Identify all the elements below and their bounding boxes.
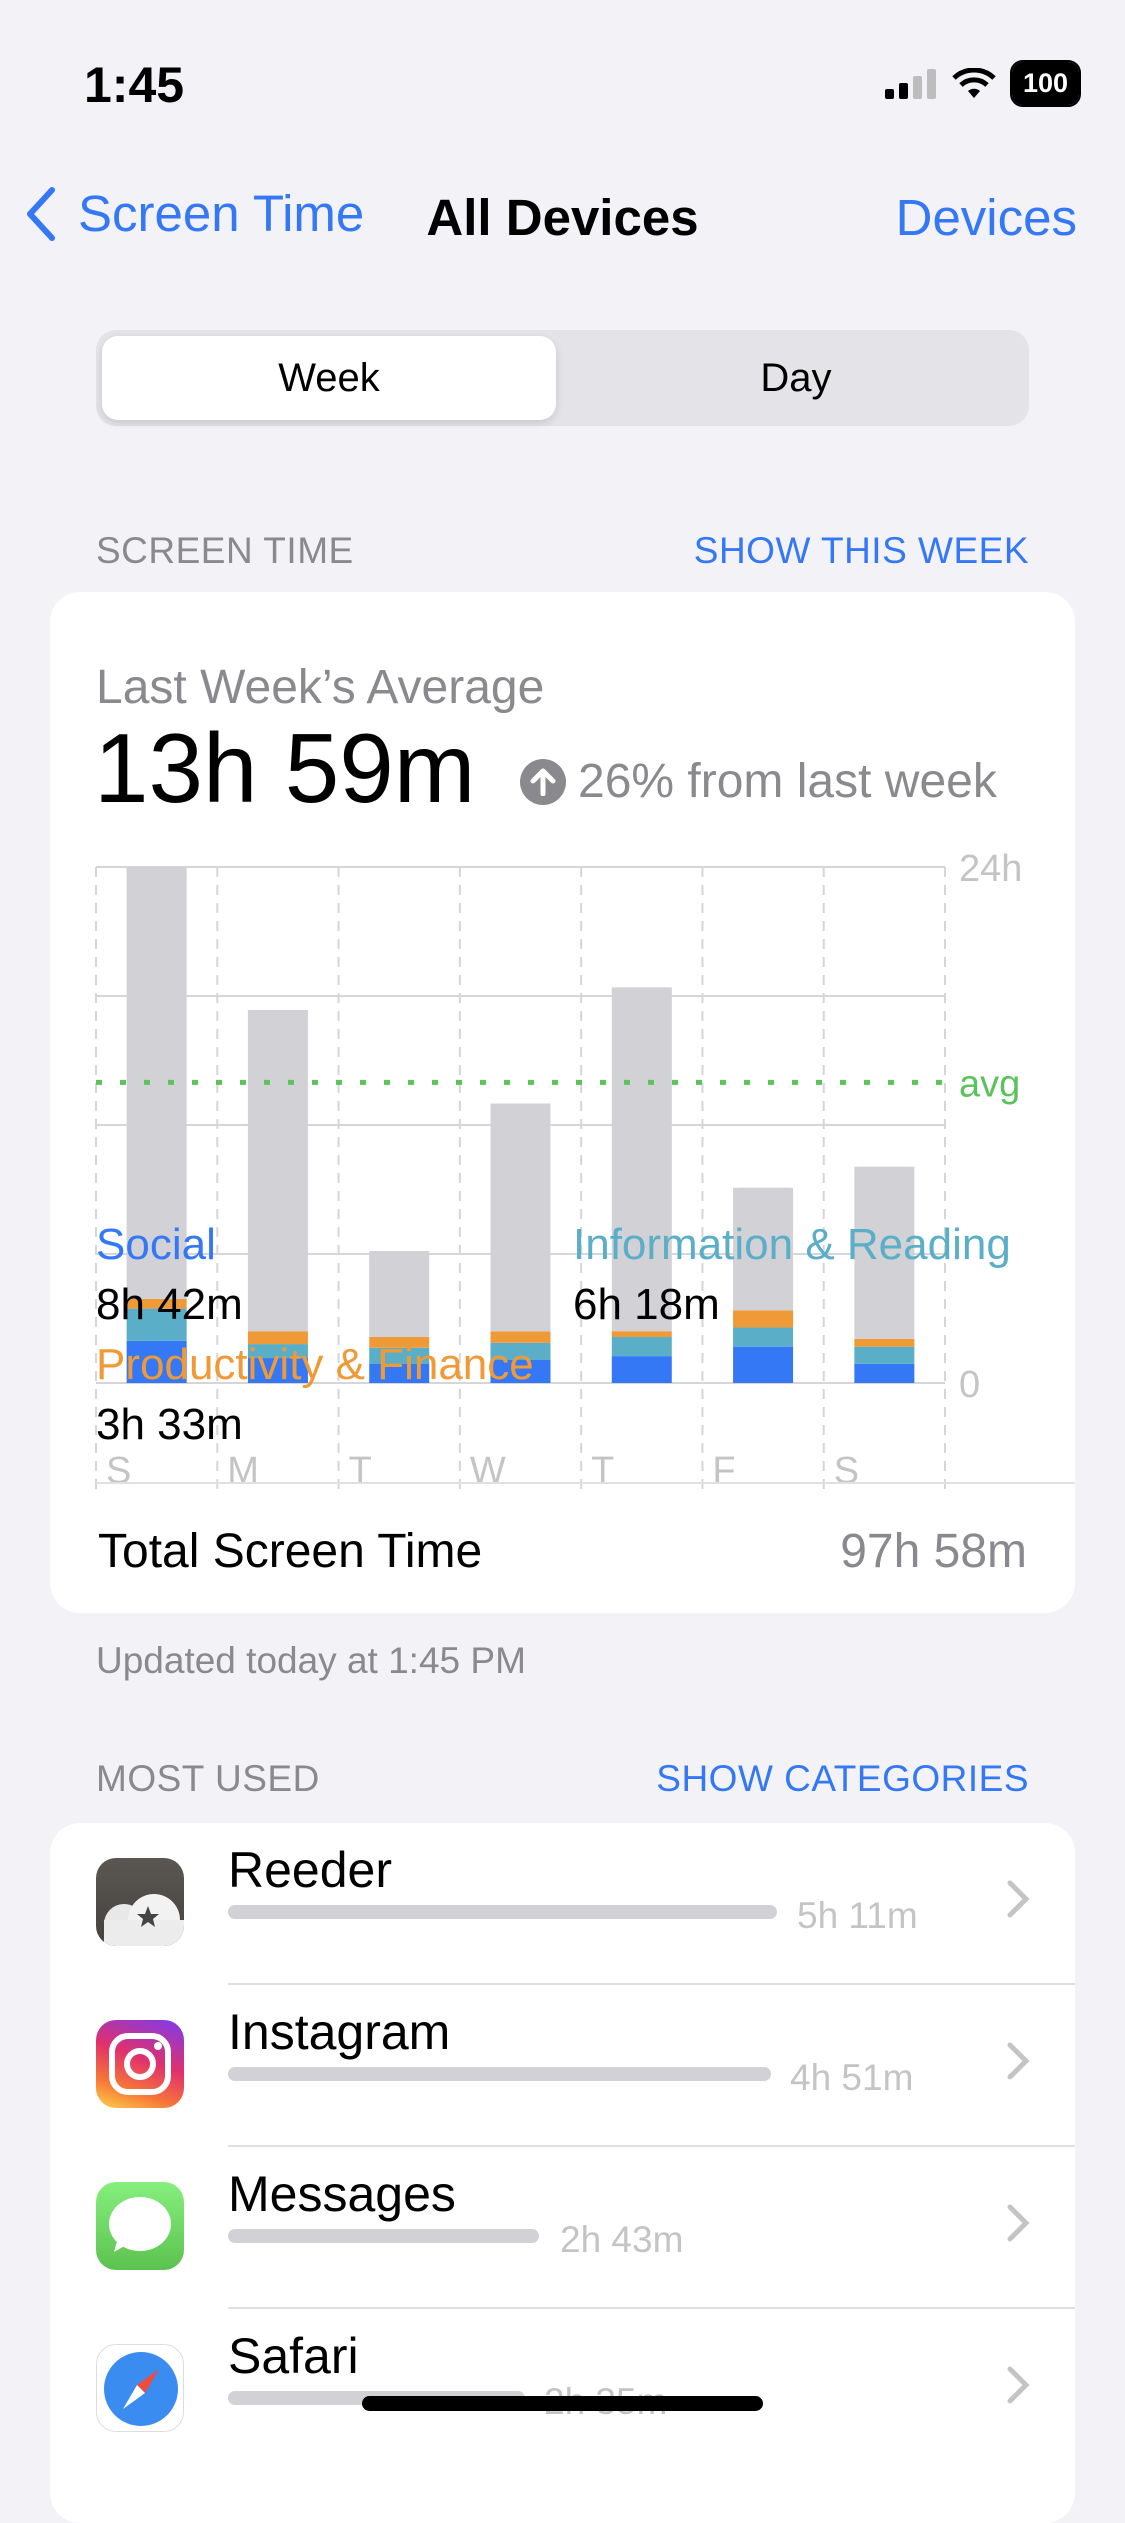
app-row-reeder[interactable]: Reeder 5h 11m — [50, 1823, 1075, 1985]
information-reading-segment — [733, 1327, 794, 1347]
app-name: Instagram — [228, 2004, 451, 2060]
legend-information-reading: Information & Reading 6h 18m — [573, 1220, 1011, 1330]
chevron-right-icon — [1007, 2204, 1030, 2242]
app-time: 4h 51m — [790, 2057, 914, 2098]
legend-value: 8h 42m — [96, 1280, 243, 1329]
information-reading-segment — [611, 1336, 672, 1357]
updated-text: Updated today at 1:45 PM — [96, 1640, 526, 1681]
back-label: Screen Time — [78, 185, 365, 242]
legend-value: 6h 18m — [573, 1280, 720, 1329]
bar-cap — [733, 1187, 794, 1198]
other-segment — [369, 1250, 430, 1337]
bar-cap — [247, 1009, 308, 1020]
average-label: avg — [959, 1063, 1020, 1105]
app-time: 2h 43m — [560, 2219, 684, 2260]
productivity-finance-segment — [611, 1331, 672, 1337]
app-time: 5h 11m — [797, 1895, 918, 1936]
bar-1 — [247, 1009, 308, 1383]
most-used-header: MOST USED — [96, 1758, 320, 1799]
y-tick-label: 0 — [959, 1364, 980, 1406]
chevron-right-icon — [1007, 1880, 1030, 1918]
total-label: Total Screen Time — [98, 1525, 483, 1578]
status-time: 1:45 — [84, 57, 185, 113]
chevron-right-icon — [1007, 2042, 1030, 2080]
other-segment — [247, 1009, 308, 1332]
screen-time-card: Last Week’s Average 13h 59m 26% from las… — [50, 592, 1075, 1613]
screen-time-header: SCREEN TIME — [96, 530, 354, 571]
wifi-icon — [952, 67, 996, 98]
bar-cap — [126, 867, 187, 877]
divider — [96, 1482, 1075, 1484]
most-used-card: Reeder 5h 11m Instagram 4h 51m Messages … — [50, 1823, 1075, 2523]
messages-icon — [96, 2182, 184, 2270]
back-button[interactable]: Screen Time — [24, 184, 364, 243]
usage-bar — [228, 2067, 771, 2081]
day-label: S — [106, 1450, 131, 1492]
cellular-signal-icon — [884, 68, 936, 99]
bar-cap — [611, 987, 672, 998]
productivity-finance-segment — [854, 1338, 915, 1347]
y-tick-label: 24h — [959, 848, 1022, 890]
bar-cap — [490, 1103, 551, 1114]
legend-name: Information & Reading — [573, 1220, 1011, 1269]
reeder-icon — [96, 1858, 184, 1946]
legend-productivity-finance: Productivity & Finance 3h 33m — [96, 1340, 534, 1450]
app-name: Messages — [228, 2166, 456, 2222]
day-label: M — [227, 1450, 259, 1492]
instagram-icon — [96, 2020, 184, 2108]
devices-button[interactable]: Devices — [896, 188, 1077, 247]
total-value: 97h 58m — [840, 1525, 1027, 1578]
period-segmented-control: Week Day — [96, 330, 1029, 426]
usage-bar — [228, 2229, 539, 2243]
segment-week[interactable]: Week — [102, 336, 556, 420]
safari-icon — [96, 2344, 184, 2432]
chevron-left-icon — [27, 186, 55, 241]
status-icons: 100 — [884, 60, 1082, 107]
segment-day[interactable]: Day — [569, 336, 1023, 420]
information-reading-segment — [854, 1346, 915, 1364]
app-row-safari[interactable]: Safari 2h 35m — [50, 2309, 1075, 2471]
usage-bar — [228, 1905, 777, 1919]
legend-social: Social 8h 42m — [96, 1220, 243, 1330]
day-label: F — [712, 1450, 735, 1492]
app-name: Reeder — [228, 1842, 392, 1898]
show-categories-link[interactable]: SHOW CATEGORIES — [656, 1758, 1029, 1800]
social-segment — [733, 1346, 794, 1383]
bar-cap — [854, 1166, 915, 1177]
social-segment — [611, 1356, 672, 1383]
chevron-right-icon — [1007, 2366, 1030, 2404]
app-name: Safari — [228, 2328, 359, 2384]
legend-name: Productivity & Finance — [96, 1340, 534, 1389]
legend-name: Social — [96, 1220, 216, 1269]
app-row-instagram[interactable]: Instagram 4h 51m — [50, 1985, 1075, 2147]
home-indicator[interactable] — [362, 2396, 763, 2411]
legend-value: 3h 33m — [96, 1400, 243, 1449]
social-segment — [854, 1363, 915, 1383]
app-row-messages[interactable]: Messages 2h 43m — [50, 2147, 1075, 2309]
day-label: W — [470, 1450, 506, 1492]
battery-indicator: 100 — [1009, 60, 1082, 107]
day-label: T — [349, 1450, 372, 1492]
show-this-week-link[interactable]: SHOW THIS WEEK — [694, 530, 1029, 572]
day-label: S — [834, 1450, 859, 1492]
bar-cap — [369, 1250, 430, 1261]
day-label: T — [591, 1450, 614, 1492]
other-segment — [490, 1103, 551, 1332]
